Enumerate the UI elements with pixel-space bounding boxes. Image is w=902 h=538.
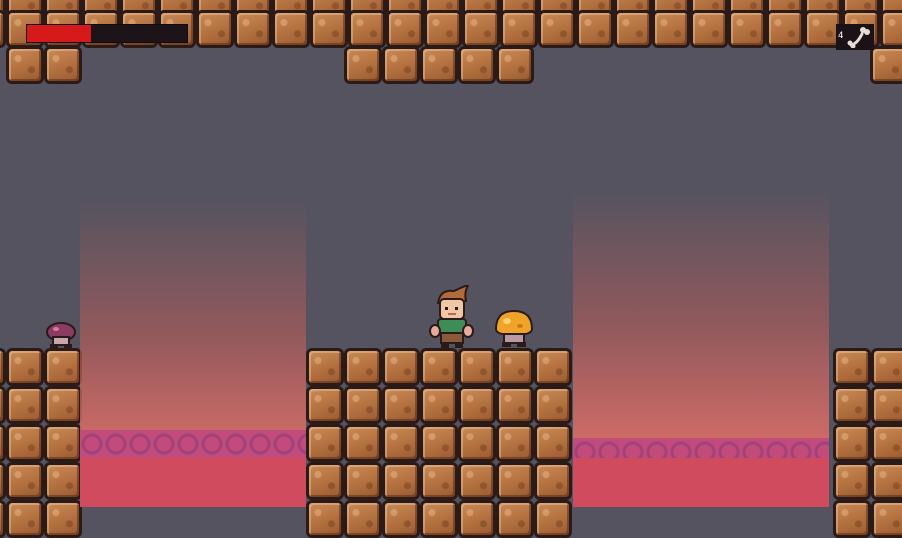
purple-mushroom-enemy — [44, 321, 80, 349]
dirt-tile — [833, 500, 871, 538]
dirt-tile — [496, 46, 534, 84]
dirt-tile — [420, 348, 458, 386]
dirt-tile — [382, 386, 420, 424]
dirt-tile — [871, 386, 902, 424]
dirt-tile — [6, 348, 44, 386]
dirt-tile — [538, 10, 576, 48]
dirt-tile — [420, 46, 458, 84]
dirt-tile — [458, 46, 496, 84]
dirt-tile — [386, 10, 424, 48]
dirt-tile — [424, 10, 462, 48]
dirt-tile — [306, 348, 344, 386]
dirt-tile — [871, 348, 902, 386]
dirt-tile — [576, 10, 614, 48]
dirt-tile — [458, 424, 496, 462]
dirt-tile — [496, 500, 534, 538]
player-character — [428, 283, 474, 349]
bone-icon — [847, 27, 870, 48]
dirt-tile — [196, 10, 234, 48]
dirt-tile — [458, 348, 496, 386]
dirt-tile — [306, 462, 344, 500]
dirt-tile — [306, 386, 344, 424]
dirt-tile — [344, 386, 382, 424]
dirt-tile — [833, 424, 871, 462]
dirt-tile — [871, 462, 902, 500]
dirt-tile — [234, 10, 272, 48]
dirt-tile — [272, 10, 310, 48]
orange-mushroom-enemy — [493, 309, 535, 349]
dirt-tile — [306, 424, 344, 462]
dirt-tile — [462, 10, 500, 48]
ammo-counter: 4 — [836, 24, 874, 50]
dirt-tile — [728, 10, 766, 48]
dirt-tile — [652, 10, 690, 48]
dirt-tile — [44, 46, 82, 84]
dirt-tile — [458, 386, 496, 424]
dirt-tile — [344, 348, 382, 386]
lava-pit-right — [573, 190, 829, 507]
dirt-tile — [306, 500, 344, 538]
dirt-tile — [614, 10, 652, 48]
dirt-tile — [870, 46, 902, 84]
dirt-tile — [496, 462, 534, 500]
dirt-tile — [382, 424, 420, 462]
dirt-tile — [766, 10, 804, 48]
dirt-tile — [44, 462, 82, 500]
dirt-tile — [690, 10, 728, 48]
dirt-tile — [420, 424, 458, 462]
dirt-tile — [496, 424, 534, 462]
dirt-tile — [6, 500, 44, 538]
dirt-tile — [534, 462, 572, 500]
dirt-tile — [833, 386, 871, 424]
dirt-tile — [458, 462, 496, 500]
dirt-tile — [500, 10, 538, 48]
dirt-tile — [496, 348, 534, 386]
dirt-tile — [344, 462, 382, 500]
dirt-tile — [833, 348, 871, 386]
health-bar-fill — [27, 25, 91, 42]
health-bar — [26, 24, 188, 43]
dirt-tile — [382, 500, 420, 538]
dirt-tile — [6, 46, 44, 84]
dirt-tile — [871, 424, 902, 462]
dirt-tile — [44, 386, 82, 424]
dirt-tile — [348, 10, 386, 48]
dirt-tile — [833, 462, 871, 500]
dirt-tile — [382, 348, 420, 386]
dirt-tile — [880, 10, 902, 48]
dirt-tile — [382, 462, 420, 500]
dirt-tile — [420, 462, 458, 500]
dirt-tile — [6, 386, 44, 424]
dirt-tile — [44, 424, 82, 462]
dirt-tile — [534, 348, 572, 386]
dirt-tile — [458, 500, 496, 538]
dirt-tile — [344, 46, 382, 84]
dirt-tile — [496, 386, 534, 424]
ammo-count: 4 — [838, 31, 844, 41]
dirt-tile — [344, 500, 382, 538]
dirt-tile — [44, 348, 82, 386]
lava-pit-left — [80, 200, 306, 507]
dirt-tile — [871, 500, 902, 538]
game-world — [0, 0, 902, 538]
dirt-tile — [44, 500, 82, 538]
dirt-tile — [534, 386, 572, 424]
dirt-tile — [534, 500, 572, 538]
dirt-tile — [534, 424, 572, 462]
dirt-tile — [420, 500, 458, 538]
dirt-tile — [382, 46, 420, 84]
dirt-tile — [420, 386, 458, 424]
dirt-tile — [344, 424, 382, 462]
dirt-tile — [310, 10, 348, 48]
dirt-tile — [6, 424, 44, 462]
dirt-tile — [6, 462, 44, 500]
